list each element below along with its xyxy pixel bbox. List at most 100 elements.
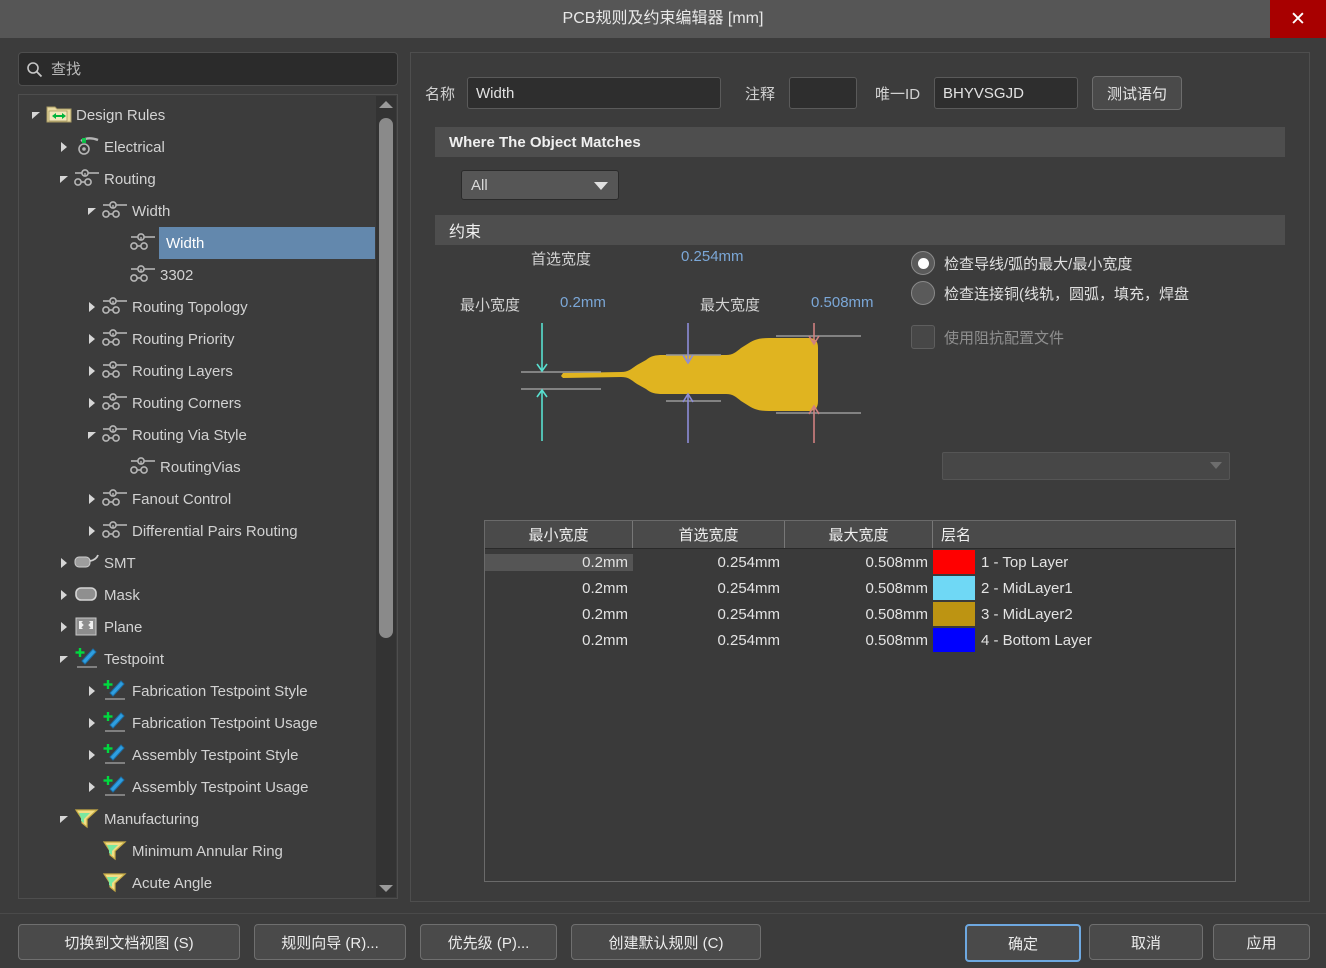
- scroll-down-icon[interactable]: [376, 880, 396, 897]
- chevron-right-icon[interactable]: [83, 771, 101, 803]
- chevron-right-icon[interactable]: [55, 547, 73, 579]
- title-bar: PCB规则及约束编辑器 [mm] ✕: [0, 0, 1326, 38]
- chevron-right-icon[interactable]: [55, 131, 73, 163]
- table-cell-max[interactable]: 0.508mm: [785, 554, 933, 571]
- switch-to-document-view-button[interactable]: 切换到文档视图 (S): [18, 924, 240, 960]
- table-cell-min[interactable]: 0.2mm: [485, 580, 633, 597]
- chevron-right-icon[interactable]: [83, 707, 101, 739]
- chevron-down-icon[interactable]: [55, 643, 73, 675]
- table-cell-min[interactable]: 0.2mm: [485, 606, 633, 623]
- chevron-down-icon[interactable]: [27, 99, 45, 131]
- table-column-header[interactable]: 最大宽度: [785, 521, 933, 548]
- chevron-right-icon[interactable]: [83, 483, 101, 515]
- cancel-button[interactable]: 取消: [1089, 924, 1203, 960]
- unique-id-input[interactable]: [934, 77, 1079, 109]
- priority-button[interactable]: 优先级 (P)...: [420, 924, 557, 960]
- impedance-profile-select[interactable]: [942, 452, 1230, 480]
- width-constraints-table[interactable]: 最小宽度 首选宽度 最大宽度 层名 0.2mm 0.254mm 0.508mm 1 - To…: [484, 520, 1236, 882]
- table-cell-preferred[interactable]: 0.254mm: [633, 632, 785, 649]
- table-cell-min[interactable]: 0.2mm: [485, 553, 633, 571]
- chevron-down-icon[interactable]: [83, 195, 101, 227]
- tree-item-manufacturing[interactable]: Manufacturing: [19, 803, 375, 835]
- apply-button[interactable]: 应用: [1213, 924, 1310, 960]
- tree-item-routing-priority[interactable]: Routing Priority: [19, 323, 375, 355]
- checkbox-icon[interactable]: [911, 325, 935, 349]
- radio-check-connected-copper[interactable]: 检查连接铜(线轨，圆弧，填充，焊盘: [911, 278, 1291, 308]
- table-row[interactable]: 0.2mm 0.254mm 0.508mm 4 - Bottom Layer: [485, 627, 1235, 653]
- tree-item-design-rules[interactable]: Design Rules: [19, 99, 375, 131]
- table-cell-layer[interactable]: 3 - MidLayer2: [975, 606, 1233, 623]
- tree-item-row[interactable]: Width: [19, 227, 375, 259]
- close-icon[interactable]: ✕: [1270, 0, 1326, 38]
- tree-item-routing-layers[interactable]: Routing Layers: [19, 355, 375, 387]
- tree-item-width[interactable]: Width: [19, 195, 375, 227]
- chevron-right-icon[interactable]: [83, 515, 101, 547]
- tree-item-plane[interactable]: Plane: [19, 611, 375, 643]
- table-row[interactable]: 0.2mm 0.254mm 0.508mm 3 - MidLayer2: [485, 601, 1235, 627]
- use-impedance-profile-row[interactable]: 使用阻抗配置文件: [911, 320, 1291, 354]
- comment-input[interactable]: [789, 77, 858, 109]
- ok-button[interactable]: 确定: [965, 924, 1081, 962]
- tree-item-acute-angle[interactable]: Acute Angle: [19, 867, 375, 898]
- table-row[interactable]: 0.2mm 0.254mm 0.508mm 1 - Top Layer: [485, 549, 1235, 575]
- tree-item-width[interactable]: Width: [159, 227, 375, 259]
- tree-scrollbar[interactable]: [376, 96, 396, 897]
- table-cell-min[interactable]: 0.2mm: [485, 632, 633, 649]
- chevron-right-icon[interactable]: [55, 611, 73, 643]
- radio-check-track-arc-width[interactable]: 检查导线/弧的最大/最小宽度: [911, 248, 1291, 278]
- rules-tree[interactable]: Design Rules Electrical Routing Width Wi…: [18, 94, 398, 899]
- chevron-down-icon[interactable]: [55, 803, 73, 835]
- tree-item-assembly-testpoint-style[interactable]: Assembly Testpoint Style: [19, 739, 375, 771]
- search-input[interactable]: [49, 59, 373, 79]
- table-cell-preferred[interactable]: 0.254mm: [633, 554, 785, 571]
- tree-item-minimum-annular-ring[interactable]: Minimum Annular Ring: [19, 835, 375, 867]
- tree-item-differential-pairs-routing[interactable]: Differential Pairs Routing: [19, 515, 375, 547]
- tree-item-smt[interactable]: SMT: [19, 547, 375, 579]
- tree-item-routing-topology[interactable]: Routing Topology: [19, 291, 375, 323]
- object-match-scope-select[interactable]: All: [461, 170, 619, 200]
- tree-item-assembly-testpoint-usage[interactable]: Assembly Testpoint Usage: [19, 771, 375, 803]
- chevron-right-icon[interactable]: [83, 355, 101, 387]
- chevron-right-icon[interactable]: [83, 387, 101, 419]
- table-cell-preferred[interactable]: 0.254mm: [633, 606, 785, 623]
- tree-item-routing[interactable]: Routing: [19, 163, 375, 195]
- name-input[interactable]: [467, 77, 722, 109]
- table-cell-layer[interactable]: 4 - Bottom Layer: [975, 632, 1233, 649]
- tree-item-electrical[interactable]: Electrical: [19, 131, 375, 163]
- tree-item-fanout-control[interactable]: Fanout Control: [19, 483, 375, 515]
- table-cell-max[interactable]: 0.508mm: [785, 606, 933, 623]
- chevron-right-icon[interactable]: [83, 323, 101, 355]
- tree-item-mask[interactable]: Mask: [19, 579, 375, 611]
- scroll-up-icon[interactable]: [376, 96, 396, 113]
- tree-item-routing-corners[interactable]: Routing Corners: [19, 387, 375, 419]
- tree-item-fabrication-testpoint-style[interactable]: Fabrication Testpoint Style: [19, 675, 375, 707]
- chevron-down-icon[interactable]: [55, 163, 73, 195]
- chevron-down-icon[interactable]: [83, 419, 101, 451]
- chevron-right-icon[interactable]: [55, 579, 73, 611]
- create-default-rules-button[interactable]: 创建默认规则 (C): [571, 924, 761, 960]
- tree-item-fabrication-testpoint-usage[interactable]: Fabrication Testpoint Usage: [19, 707, 375, 739]
- table-cell-layer[interactable]: 2 - MidLayer1: [975, 580, 1233, 597]
- table-column-header[interactable]: 首选宽度: [633, 521, 785, 548]
- chevron-right-icon[interactable]: [83, 739, 101, 771]
- table-cell-max[interactable]: 0.508mm: [785, 632, 933, 649]
- rule-wizard-button[interactable]: 规则向导 (R)...: [254, 924, 406, 960]
- table-column-header[interactable]: 最小宽度: [485, 521, 633, 548]
- table-cell-preferred[interactable]: 0.254mm: [633, 580, 785, 597]
- chevron-right-icon[interactable]: [83, 675, 101, 707]
- chevron-right-icon[interactable]: [83, 291, 101, 323]
- tree-item-routing-via-style[interactable]: Routing Via Style: [19, 419, 375, 451]
- test-query-button[interactable]: 测试语句: [1092, 76, 1183, 110]
- search-box[interactable]: [18, 52, 398, 86]
- tree-item-3302[interactable]: 3302: [19, 259, 375, 291]
- radio-icon-unselected[interactable]: [911, 281, 935, 305]
- tree-item-testpoint[interactable]: Testpoint: [19, 643, 375, 675]
- table-column-header[interactable]: 层名: [933, 521, 1233, 548]
- tree-scrollbar-thumb[interactable]: [379, 118, 393, 638]
- table-row[interactable]: 0.2mm 0.254mm 0.508mm 2 - MidLayer1: [485, 575, 1235, 601]
- table-cell-max[interactable]: 0.508mm: [785, 580, 933, 597]
- table-cell-layer[interactable]: 1 - Top Layer: [975, 554, 1233, 571]
- radio-icon-selected[interactable]: [911, 251, 935, 275]
- manufacturing-icon: [73, 806, 101, 832]
- tree-item-routingvias[interactable]: RoutingVias: [19, 451, 375, 483]
